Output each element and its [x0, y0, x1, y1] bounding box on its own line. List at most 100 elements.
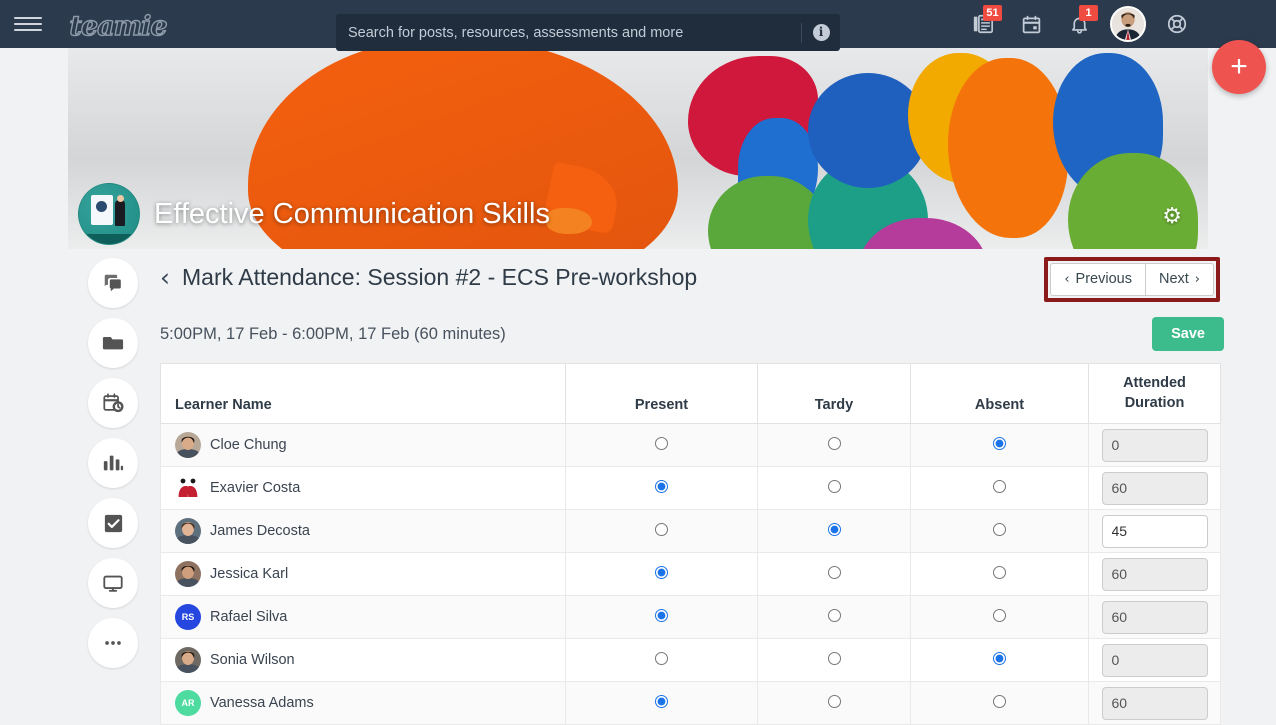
- save-button[interactable]: Save: [1152, 317, 1224, 351]
- calendar-icon[interactable]: [1008, 0, 1054, 48]
- attendance-present-cell: [565, 595, 758, 639]
- radio-tardy[interactable]: [827, 436, 841, 450]
- banner-blob-orange: [948, 58, 1068, 238]
- radio-tardy[interactable]: [827, 651, 841, 665]
- teamie-logo[interactable]: teamie: [58, 4, 178, 44]
- learner-name-cell: Sonia Wilson: [160, 638, 566, 682]
- radio-absent[interactable]: [993, 651, 1006, 665]
- attendance-absent-cell: [910, 552, 1089, 596]
- attendance-present-cell: [565, 509, 758, 553]
- attended-duration-line1: Attended: [1123, 375, 1186, 392]
- learner-entry: Exavier Costa: [175, 475, 564, 501]
- attended-duration-cell: [1088, 552, 1221, 596]
- learner-name-cell: Jessica Karl: [160, 552, 566, 596]
- attendance-tardy-cell: [757, 423, 911, 467]
- avatar: [175, 647, 201, 673]
- next-button[interactable]: Next ›: [1145, 263, 1214, 296]
- learner-name-label: James Decosta: [210, 523, 310, 539]
- monitor-icon: [102, 572, 124, 594]
- radio-tardy[interactable]: [827, 565, 841, 579]
- user-avatar[interactable]: [1110, 6, 1146, 42]
- search-input[interactable]: [336, 24, 801, 41]
- learner-name-label: Cloe Chung: [210, 437, 287, 453]
- radio-absent[interactable]: [993, 608, 1006, 622]
- radio-present[interactable]: [655, 479, 668, 493]
- notifications-bell-icon[interactable]: 1: [1056, 0, 1102, 48]
- duration-input: [1101, 428, 1208, 462]
- radio-absent[interactable]: [993, 694, 1006, 708]
- banner-lip-shape: [546, 208, 592, 234]
- course-title: Effective Communication Skills: [154, 197, 550, 230]
- bar-chart-icon: [102, 452, 124, 474]
- sidebar-item-discussions[interactable]: [88, 258, 138, 308]
- chevron-right-small-icon: ›: [1194, 271, 1200, 287]
- attendance-absent-cell: [910, 681, 1089, 725]
- sidebar-item-more[interactable]: [88, 618, 138, 668]
- fab-plus-icon: +: [1230, 50, 1248, 83]
- gear-icon[interactable]: ⚙: [1162, 205, 1182, 227]
- radio-tardy[interactable]: [827, 479, 841, 493]
- attendance-absent-cell: [910, 595, 1089, 639]
- sidebar-item-analytics[interactable]: [88, 438, 138, 488]
- radio-absent[interactable]: [993, 479, 1006, 493]
- attendance-present-cell: [565, 638, 758, 682]
- column-header-present: Present: [565, 363, 758, 424]
- search-bar[interactable]: i: [336, 14, 840, 51]
- duration-input: [1101, 686, 1208, 720]
- radio-present[interactable]: [655, 565, 668, 579]
- attended-duration-cell: [1088, 466, 1221, 510]
- avatar: RS: [175, 604, 201, 630]
- table-header-row: Learner Name Present Tardy Absent Attend…: [160, 363, 1221, 424]
- sidebar-item-schedule[interactable]: [88, 378, 138, 428]
- radio-tardy[interactable]: [827, 694, 841, 708]
- banner-title-group: Effective Communication Skills: [78, 183, 550, 245]
- radio-absent[interactable]: [993, 565, 1006, 579]
- radio-present[interactable]: [655, 694, 668, 708]
- course-banner: Effective Communication Skills ⚙: [68, 48, 1208, 249]
- previous-button[interactable]: ‹ Previous: [1050, 263, 1146, 296]
- prev-next-highlight-box: ‹ Previous Next ›: [1044, 257, 1220, 302]
- page-title-row: ‹ Mark Attendance: Session #2 - ECS Pre-…: [160, 249, 1224, 305]
- radio-absent[interactable]: [993, 522, 1006, 536]
- attendance-tardy-cell: [757, 466, 911, 510]
- main-content: ‹ Mark Attendance: Session #2 - ECS Pre-…: [160, 249, 1224, 725]
- attended-duration-cell: [1088, 681, 1221, 725]
- sidebar-item-materials[interactable]: [88, 318, 138, 368]
- table-row: Exavier Costa: [160, 466, 1221, 510]
- radio-absent[interactable]: [993, 436, 1006, 450]
- calendar-clock-icon: [102, 392, 124, 414]
- avatar: [175, 475, 201, 501]
- chevron-left-icon[interactable]: ‹: [160, 265, 170, 290]
- pagination-button-group: ‹ Previous Next ›: [1050, 263, 1214, 296]
- radio-present[interactable]: [655, 436, 668, 450]
- duration-input: [1101, 471, 1208, 505]
- help-lifebuoy-icon[interactable]: [1154, 0, 1200, 48]
- duration-input: [1101, 600, 1208, 634]
- attendance-absent-cell: [910, 423, 1089, 467]
- sidebar-item-classroom[interactable]: [88, 558, 138, 608]
- search-info-icon[interactable]: i: [802, 14, 840, 51]
- avatar: [175, 518, 201, 544]
- attended-duration-cell: [1088, 509, 1221, 553]
- radio-tardy[interactable]: [827, 522, 841, 536]
- column-header-tardy: Tardy: [757, 363, 911, 424]
- chevron-left-small-icon: ‹: [1064, 271, 1070, 287]
- column-header-learner-name: Learner Name: [160, 363, 566, 424]
- radio-tardy[interactable]: [827, 608, 841, 622]
- sidebar-item-attendance[interactable]: [88, 498, 138, 548]
- column-header-absent: Absent: [910, 363, 1089, 424]
- table-row: Jessica Karl: [160, 552, 1221, 596]
- attended-duration-cell: [1088, 638, 1221, 682]
- hamburger-menu-icon[interactable]: [14, 13, 42, 35]
- newsfeed-badge: 51: [983, 5, 1002, 21]
- radio-present[interactable]: [655, 608, 668, 622]
- create-fab-button[interactable]: +: [1212, 40, 1266, 94]
- learner-name-label: Vanessa Adams: [210, 695, 314, 711]
- attendance-tardy-cell: [757, 638, 911, 682]
- attendance-present-cell: [565, 466, 758, 510]
- radio-present[interactable]: [655, 522, 668, 536]
- duration-input[interactable]: [1101, 514, 1208, 548]
- table-row: AR Vanessa Adams: [160, 681, 1221, 725]
- newsfeed-icon[interactable]: 51: [960, 0, 1006, 48]
- radio-present[interactable]: [655, 651, 668, 665]
